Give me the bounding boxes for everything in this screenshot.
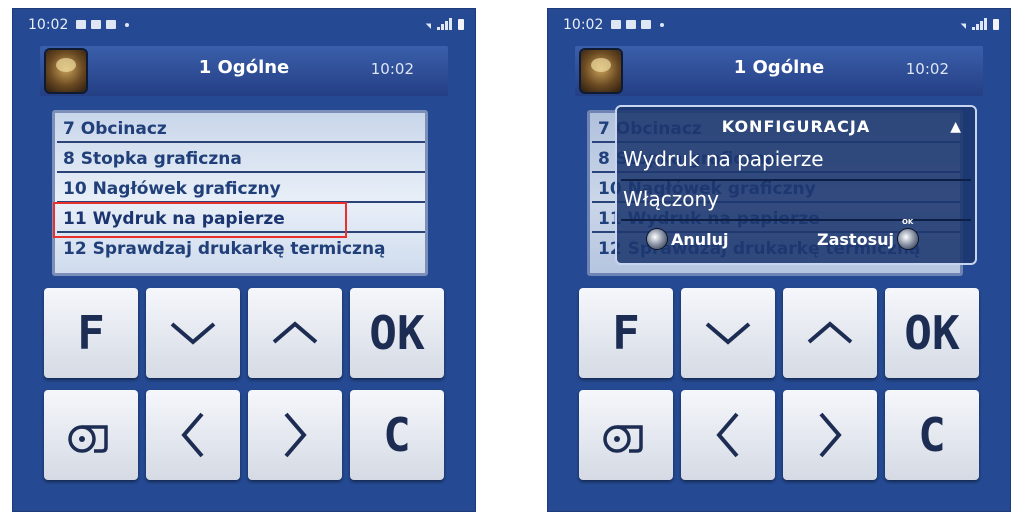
chevron-right-icon [284,412,307,458]
paper-feed-key[interactable] [44,390,138,480]
signal-icon [972,18,987,30]
ok-knob-icon: OK [897,218,918,249]
settings-menu-list: 7 Obcinacz 8 Stopka graficzna 10 Nagłówe… [52,110,428,276]
apply-button[interactable]: Zastosuj OK [817,218,918,249]
document-icon [106,20,116,29]
chevron-right-icon [819,412,842,458]
ok-key[interactable]: OK [350,288,444,378]
screen-menu: 10:02 ◥ 1 Ogólne 10:02 7 Obcinacz 8 Stop… [12,8,476,512]
chevron-up-icon [807,321,853,344]
menu-item[interactable]: 7 Obcinacz [57,115,425,143]
chevron-down-icon [170,322,216,345]
down-key[interactable] [146,288,240,378]
chevron-left-icon [181,412,204,458]
screen-config-dialog: 10:02 ◥ 1 Ogólne 10:02 7 Obcinacz 8 Stop… [547,8,1011,512]
dialog-divider [621,219,971,221]
up-key[interactable] [248,288,342,378]
chevron-left-icon [716,412,739,458]
config-dialog: KONFIGURACJA ▲ Wydruk na papierze Włączo… [615,105,977,265]
menu-item[interactable]: 8 Stopka graficzna [57,145,425,173]
title-clock: 10:02 [905,60,949,78]
dot-icon [125,22,129,27]
status-bar: 10:02 ◥ [12,8,476,38]
down-key[interactable] [681,288,775,378]
paper-feed-key[interactable] [579,390,673,480]
picture-icon [611,20,621,29]
title-bar: 1 Ogólne 10:02 [575,46,983,96]
knob-icon [647,229,667,249]
right-key[interactable] [783,390,877,480]
up-key[interactable] [783,288,877,378]
status-bar: 10:02 ◥ [547,8,1011,38]
paper-roll-icon [603,425,643,453]
left-key[interactable] [681,390,775,480]
menu-item[interactable]: 12 Sprawdzaj drukarkę termiczną [63,235,425,263]
dialog-setting-name: Wydruk na papierze [623,147,824,171]
f-key[interactable]: F [579,288,673,378]
chevron-down-icon [705,322,751,345]
left-key[interactable] [146,390,240,480]
dialog-setting-value[interactable]: Włączony [623,187,719,211]
picture-icon [76,20,86,29]
title-bar: 1 Ogólne 10:02 [40,46,448,96]
c-key[interactable]: C [885,390,979,480]
f-key[interactable]: F [44,288,138,378]
signal-icon [437,18,452,30]
dialog-title: KONFIGURACJA [721,117,871,136]
dot-icon [660,22,664,27]
status-time: 10:02 [563,17,604,33]
wifi-icon: ◥ [425,22,431,30]
notification-icon [91,20,101,29]
notification-icon [626,20,636,29]
battery-icon [993,19,999,30]
up-arrow-icon: ▲ [950,119,961,135]
title-clock: 10:02 [370,60,414,78]
status-time: 10:02 [28,17,69,33]
dialog-divider [621,179,971,181]
battery-icon [458,19,464,30]
wifi-icon: ◥ [960,22,966,30]
chevron-up-icon [272,321,318,344]
document-icon [641,20,651,29]
ok-key[interactable]: OK [885,288,979,378]
menu-item[interactable]: 10 Nagłówek graficzny [57,175,425,203]
c-key[interactable]: C [350,390,444,480]
right-key[interactable] [248,390,342,480]
selection-highlight [53,202,347,238]
cancel-button[interactable]: Anuluj [647,229,729,249]
paper-roll-icon [68,425,108,453]
